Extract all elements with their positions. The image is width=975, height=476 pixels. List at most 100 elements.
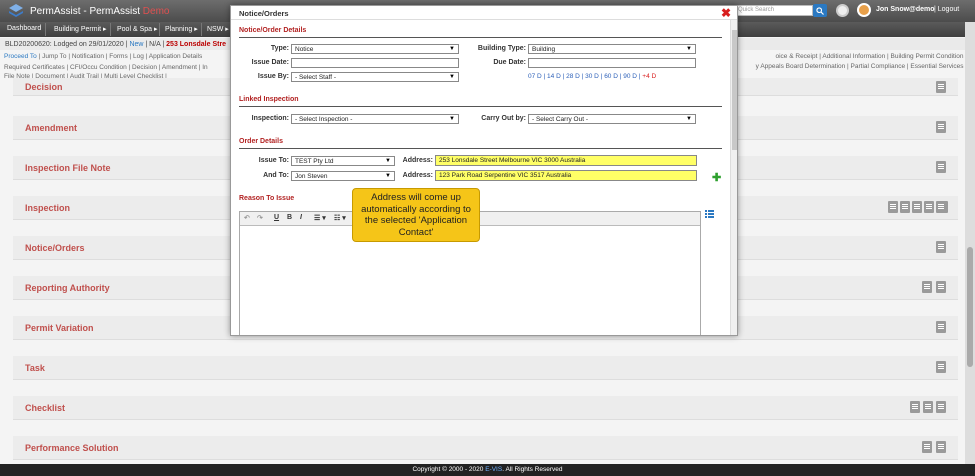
edit-doc-icon[interactable] xyxy=(936,441,946,453)
undo-icon[interactable]: ↶ xyxy=(244,214,250,222)
edit-doc-icon[interactable] xyxy=(936,241,946,253)
chevron-down-icon: ▼ xyxy=(686,116,692,122)
chevron-down-icon: ▼ xyxy=(686,46,692,52)
close-icon[interactable]: ✖ xyxy=(721,7,731,19)
building-type-select-value: Building xyxy=(532,46,556,53)
report-doc-icon[interactable] xyxy=(922,281,932,293)
nav-nsw[interactable]: NSW ▸ xyxy=(207,25,229,33)
logout-link[interactable]: | Logout xyxy=(934,6,959,13)
italic-button[interactable]: I xyxy=(300,214,302,221)
edit-doc-icon[interactable] xyxy=(936,281,946,293)
footer-brand-link[interactable]: E-VIS xyxy=(485,466,502,473)
redo-icon[interactable]: ↷ xyxy=(257,214,263,222)
chevron-down-icon: ▼ xyxy=(385,173,391,179)
address-input-1[interactable]: 253 Lonsdale Street Melbourne VIC 3000 A… xyxy=(435,155,697,166)
divider xyxy=(239,148,722,149)
building-type-select[interactable]: Building ▼ xyxy=(528,44,696,54)
edit-doc-icon[interactable] xyxy=(936,321,946,333)
underline-button[interactable]: U xyxy=(274,214,279,221)
notice-orders-modal: Notice/Orders ✖ Notice/Order Details Typ… xyxy=(230,5,738,336)
section-title: Task xyxy=(25,363,45,373)
due-date-input[interactable] xyxy=(528,58,696,68)
inspection-select[interactable]: - Select Inspection - ▼ xyxy=(291,114,459,124)
user-avatar[interactable] xyxy=(857,3,871,17)
chevron-down-icon: ▼ xyxy=(449,116,455,122)
day-link-plus[interactable]: +4 D xyxy=(642,73,656,80)
app-title: PermAssist - PermAssist Demo xyxy=(30,5,170,17)
carry-out-select-value: - Select Carry Out - xyxy=(532,116,588,123)
chevron-down-icon: ▼ xyxy=(449,46,455,52)
section-performance-solution[interactable]: Performance Solution xyxy=(13,436,958,460)
section-title: Permit Variation xyxy=(25,323,94,333)
day-link-28[interactable]: 28 D xyxy=(566,73,580,80)
edit-doc-icon[interactable] xyxy=(936,161,946,173)
list-icon[interactable] xyxy=(910,401,920,413)
address-input-2[interactable]: 123 Park Road Serpentine VIC 3517 Austra… xyxy=(435,170,697,181)
proceed-to-link[interactable]: Proceed To xyxy=(4,53,37,60)
due-date-shortcuts: 07 D | 14 D | 28 D | 30 D | 60 D | 90 D … xyxy=(528,73,657,80)
quick-links-row-2[interactable]: Required Certificates | CFI/Occu Conditi… xyxy=(4,64,208,71)
day-link-30[interactable]: 30 D xyxy=(585,73,599,80)
report-doc-icon[interactable] xyxy=(922,441,932,453)
nav-building-permit[interactable]: Building Permit ▸ xyxy=(54,25,107,33)
section-checklist[interactable]: Checklist xyxy=(13,396,958,420)
edit-doc-icon[interactable] xyxy=(936,361,946,373)
section-task[interactable]: Task xyxy=(13,356,958,380)
app-logo-area[interactable]: PermAssist - PermAssist Demo xyxy=(8,3,169,19)
page-scrollbar[interactable] xyxy=(965,22,975,464)
section-title: Checklist xyxy=(25,403,66,413)
application-info-text: BLD20200620: Lodged on 29/01/2020 | xyxy=(5,41,130,48)
folder-icon[interactable] xyxy=(936,201,948,213)
section-title: Decision xyxy=(25,82,63,92)
nav-separator xyxy=(159,23,160,36)
report-doc-icon[interactable] xyxy=(923,401,933,413)
issue-to-select[interactable]: TEST Pty Ltd ▼ xyxy=(291,156,395,166)
type-select[interactable]: Notice ▼ xyxy=(291,44,459,54)
add-doc-icon[interactable] xyxy=(924,201,934,213)
footer: Copyright © 2000 - 2020 E-VIS. All Right… xyxy=(0,464,975,476)
day-link-07[interactable]: 07 D xyxy=(528,73,542,80)
divider xyxy=(239,37,722,38)
edit-doc-icon[interactable] xyxy=(936,401,946,413)
bold-button[interactable]: B xyxy=(287,214,292,221)
day-link-14[interactable]: 14 D xyxy=(547,73,561,80)
modal-scrollbar[interactable] xyxy=(730,20,737,335)
section-title: Inspection xyxy=(25,203,71,213)
issue-by-select[interactable]: - Select Staff - ▼ xyxy=(291,72,459,82)
nav-pool-spa[interactable]: Pool & Spa ▸ xyxy=(117,25,157,33)
day-link-90[interactable]: 90 D xyxy=(623,73,637,80)
print-doc-icon[interactable] xyxy=(912,201,922,213)
section-title: Performance Solution xyxy=(25,443,119,453)
page-scrollbar-thumb[interactable] xyxy=(967,247,973,367)
address-label: Address: xyxy=(402,172,433,179)
search-button[interactable] xyxy=(813,4,827,17)
modal-scrollbar-thumb[interactable] xyxy=(732,30,737,150)
day-link-60[interactable]: 60 D xyxy=(604,73,618,80)
nav-planning[interactable]: Planning ▸ xyxy=(165,25,198,33)
user-name: Jon Snow@demo xyxy=(876,6,935,13)
edit-doc-icon[interactable] xyxy=(936,81,946,93)
carry-out-label: Carry Out by: xyxy=(481,115,526,122)
carry-out-select[interactable]: - Select Carry Out - ▼ xyxy=(528,114,696,124)
nav-separator xyxy=(110,23,111,36)
quick-links-right-2[interactable]: y Appeals Board Determination | Partial … xyxy=(756,63,967,70)
quick-links-right-1[interactable]: oice & Receipt | Additional Information … xyxy=(776,53,968,60)
nav-dashboard[interactable]: Dashboard xyxy=(7,25,41,32)
modal-header: Notice/Orders ✖ xyxy=(231,6,737,20)
numbered-list-button[interactable]: ☷ ▾ xyxy=(334,214,346,222)
issue-date-input[interactable] xyxy=(291,58,459,68)
bullet-list-button[interactable]: ☰ ▾ xyxy=(314,214,326,222)
edit-doc-icon[interactable] xyxy=(900,201,910,213)
application-address: 253 Lonsdale Stre xyxy=(166,41,227,48)
add-contact-icon[interactable]: ✚ xyxy=(712,171,721,184)
and-to-select[interactable]: Jon Steven ▼ xyxy=(291,171,395,181)
edit-doc-icon[interactable] xyxy=(936,121,946,133)
quick-search-input[interactable]: Quick Search xyxy=(733,5,813,16)
due-date-label: Due Date: xyxy=(493,59,526,66)
quick-links-row-1-rest[interactable]: | Jump To | Notification | Forms | Log |… xyxy=(39,53,203,60)
search-doc-icon[interactable] xyxy=(888,201,898,213)
type-select-value: Notice xyxy=(295,46,314,53)
list-icon[interactable] xyxy=(705,210,714,218)
clock-icon[interactable] xyxy=(836,4,849,17)
status-new-link[interactable]: New xyxy=(129,41,143,48)
